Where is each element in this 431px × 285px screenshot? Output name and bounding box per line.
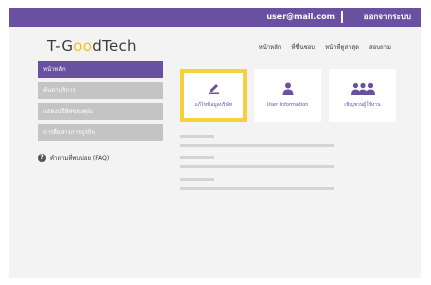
nav-recent[interactable]: หน้าที่ดูล่าสุด [325, 44, 359, 52]
user-information-label: User Information [266, 102, 309, 108]
user-email-link[interactable]: user@mail.com [266, 11, 335, 23]
edit-company-label: แก้ไขข้อมูลบริษัท [194, 102, 233, 108]
placeholder-line [180, 135, 214, 138]
question-icon: ? [38, 154, 46, 162]
invite-users-card[interactable]: เชิญชวนผู้ใช้งาน [329, 69, 396, 122]
faq-link[interactable]: ? คำถามที่พบบ่อย (FAQ) [38, 153, 109, 163]
sidebar-item-show-company[interactable]: แสดงบริษัทของคุณ [38, 103, 163, 120]
header-separator [341, 11, 343, 23]
logout-link[interactable]: ออกจากระบบ [364, 11, 411, 23]
nav-favorites[interactable]: ที่ชื่นชอบ [291, 44, 315, 52]
placeholder-line [180, 156, 214, 159]
invite-users-label: เชิญชวนผู้ใช้งาน [344, 102, 381, 108]
placeholder-line [180, 178, 214, 181]
edit-company-card[interactable]: แก้ไขข้อมูลบริษัท [180, 69, 247, 122]
sidebar: หน้าหลัก ค้นหาบริการ แสดงบริษัทของคุณ กา… [38, 61, 163, 145]
nav-home[interactable]: หน้าหลัก [259, 44, 282, 52]
placeholder-line [180, 187, 334, 190]
page-frame: user@mail.com ออกจากระบบ T-GoodTech หน้า… [9, 8, 421, 278]
nav-inquiry[interactable]: สอบถาม [369, 44, 391, 52]
user-icon [254, 82, 321, 95]
faq-label: คำถามที่พบบ่อย (FAQ) [50, 155, 110, 162]
sidebar-item-search-service[interactable]: ค้นหาบริการ [38, 82, 163, 99]
placeholder-line [180, 144, 334, 147]
edit-icon [184, 82, 243, 94]
top-bar: user@mail.com ออกจากระบบ [9, 8, 421, 27]
placeholder-line [180, 165, 334, 168]
users-group-icon [329, 82, 396, 95]
sidebar-item-home[interactable]: หน้าหลัก [38, 61, 163, 78]
user-information-card[interactable]: User Information [254, 69, 321, 122]
logo[interactable]: T-GoodTech [47, 37, 137, 55]
sidebar-item-business-communication[interactable]: การสื่อสารการธุรกิจ [38, 124, 163, 141]
main-nav: หน้าหลัก ที่ชื่นชอบ หน้าที่ดูล่าสุด สอบถ… [259, 44, 391, 52]
